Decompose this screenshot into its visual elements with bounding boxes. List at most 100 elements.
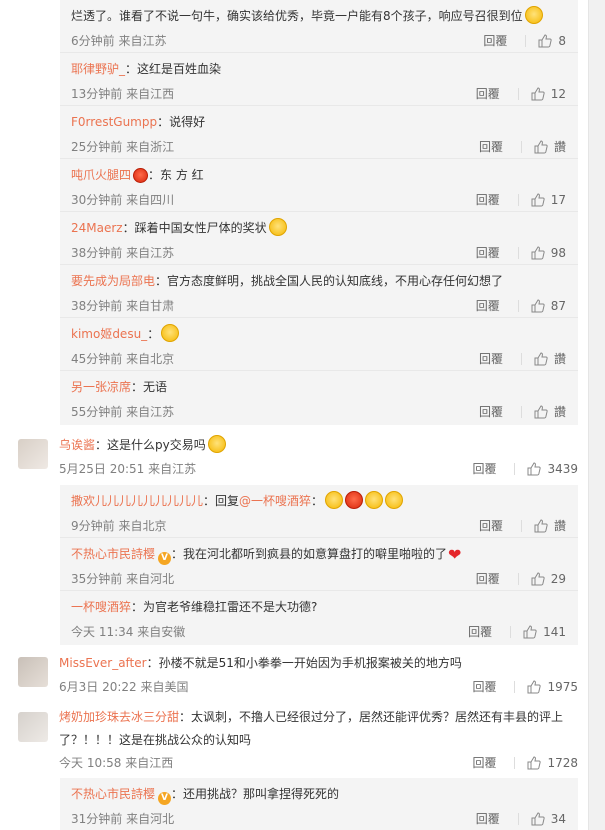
comment-username[interactable]: 烤奶加珍珠去冰三分甜	[59, 710, 179, 724]
like-button[interactable]: 1975	[527, 680, 578, 694]
reply-meta: 35分钟前 来自河北	[71, 572, 175, 586]
like-button[interactable]: 141	[523, 625, 566, 639]
reply-item: 24Maerz：踩着中国女性尸体的奖状 38分钟前 来自江苏 回覆 98	[60, 212, 578, 265]
divider	[514, 462, 516, 475]
reply-button[interactable]: 回覆	[476, 570, 500, 587]
like-count: 讚	[553, 405, 566, 419]
reply-button[interactable]: 回覆	[479, 138, 503, 155]
avatar[interactable]	[18, 439, 48, 469]
like-button[interactable]: 讚	[534, 138, 566, 155]
like-button[interactable]: 讚	[534, 517, 566, 534]
reply-item: F0rrestGumpp：说得好 25分钟前 来自浙江 回覆 讚	[60, 106, 578, 159]
divider	[517, 812, 519, 825]
reply-button[interactable]: 回覆	[479, 517, 503, 534]
reply-button[interactable]: 回覆	[476, 297, 500, 314]
reply-text: ：为官老爷维稳扛雷还不是大功德?	[131, 600, 318, 614]
comment-text: ：这是什么py交易吗	[95, 438, 206, 452]
dizzy-emoji-icon	[207, 435, 226, 453]
reply-username[interactable]: 耶律野驴_	[71, 62, 125, 76]
like-count: 34	[550, 811, 566, 826]
reply-button[interactable]: 回覆	[472, 754, 496, 771]
thumb-up-icon	[523, 624, 537, 638]
reply-username[interactable]: kimo姬desu_	[71, 327, 147, 341]
reply-button[interactable]: 回覆	[483, 32, 507, 49]
reply-username[interactable]: 吨爪火腿四	[71, 168, 131, 182]
comment-username[interactable]: 乌诶酱	[59, 438, 95, 452]
like-count: 98	[550, 245, 566, 260]
vip-badge-icon: V	[158, 792, 172, 805]
reply-meta: 38分钟前 来自甘肃	[71, 299, 175, 313]
reply-thread-1: 烂透了。谁看了不说一句牛，确实该给优秀，毕竟一户能有8个孩子，响应号召很到位 6…	[60, 0, 578, 425]
thumb-up-icon	[534, 518, 548, 532]
divider	[520, 352, 522, 365]
thumb-up-icon	[534, 139, 548, 153]
like-count: 141	[543, 624, 566, 639]
thumb-up-icon	[531, 245, 545, 259]
like-button[interactable]: 8	[538, 34, 566, 48]
thumb-up-icon	[531, 192, 545, 206]
reply-actions: 回覆 34	[476, 810, 566, 827]
reply-username[interactable]: 要先成为局部电	[71, 274, 155, 288]
reply-actions: 回覆 讚	[479, 138, 566, 155]
reply-button[interactable]: 回覆	[468, 623, 492, 640]
badge-icon	[133, 168, 149, 183]
reply-button[interactable]: 回覆	[476, 244, 500, 261]
vip-badge-icon: V	[158, 552, 172, 565]
reply-username[interactable]: 一杯嗖酒猝	[71, 600, 131, 614]
like-count: 8	[558, 33, 566, 48]
reply-username[interactable]: 不热心市民詩樱	[71, 547, 155, 561]
tongue-emoji-icon	[268, 218, 287, 236]
like-count: 29	[550, 571, 566, 586]
comment-username[interactable]: MissEver_after	[59, 656, 147, 670]
reply-actions: 回覆 141	[468, 623, 566, 640]
reply-meta: 25分钟前 来自浙江	[71, 140, 175, 154]
like-button[interactable]: 29	[531, 572, 566, 586]
like-button[interactable]: 1728	[527, 756, 578, 770]
like-button[interactable]: 34	[531, 812, 566, 826]
reply-username[interactable]: 24Maerz	[71, 221, 123, 235]
like-button[interactable]: 讚	[534, 403, 566, 420]
reply-button[interactable]: 回覆	[476, 85, 500, 102]
like-button[interactable]: 3439	[527, 462, 578, 476]
like-button[interactable]: 讚	[534, 350, 566, 367]
reply-actions: 回覆 讚	[479, 517, 566, 534]
reply-button[interactable]: 回覆	[476, 191, 500, 208]
reply-item: 不热心市民詩樱 V ：还用挑战？那叫拿捏得死死的 31分钟前 来自河北 回覆 34	[60, 778, 578, 830]
reply-thread-2: 撒欢儿儿儿儿儿儿儿儿儿：回复@一杯嗖酒猝： 9分钟前 来自北京 回覆 讚 不热心…	[60, 485, 578, 645]
reply-text: ：回复	[203, 494, 240, 508]
avatar[interactable]	[18, 712, 48, 742]
scrollbar-thumb[interactable]	[592, 0, 603, 830]
comment-meta: 5月25日 20:51 来自江苏	[59, 462, 197, 476]
reply-item: 撒欢儿儿儿儿儿儿儿儿儿：回复@一杯嗖酒猝： 9分钟前 来自北京 回覆 讚	[60, 485, 578, 538]
reply-username[interactable]: 另一张凉席	[71, 380, 131, 394]
like-count: 讚	[553, 352, 566, 366]
divider	[517, 572, 519, 585]
comment-item: MissEver_after：孙楼不就是51和小拳拳一开始因为手机报案被关的地方…	[0, 654, 588, 700]
like-count: 12	[550, 86, 566, 101]
like-button[interactable]: 17	[531, 193, 566, 207]
divider	[510, 625, 512, 638]
reply-actions: 回覆 8	[483, 32, 566, 49]
like-button[interactable]: 87	[531, 299, 566, 313]
mention-link[interactable]: @一杯嗖酒猝	[239, 494, 311, 508]
reply-button[interactable]: 回覆	[476, 810, 500, 827]
scrollbar[interactable]	[588, 0, 605, 830]
thumb-up-icon	[538, 33, 553, 47]
like-button[interactable]: 12	[531, 87, 566, 101]
avatar[interactable]	[18, 657, 48, 687]
reply-button[interactable]: 回覆	[479, 350, 503, 367]
crying-emoji-icon	[385, 491, 404, 509]
divider	[520, 519, 522, 532]
crying-emoji-icon	[161, 324, 180, 342]
thumb-up-icon	[531, 811, 545, 825]
like-button[interactable]: 98	[531, 246, 566, 260]
reply-username[interactable]: F0rrestGumpp	[71, 115, 157, 129]
sad-emoji-icon	[365, 491, 384, 509]
reply-button[interactable]: 回覆	[472, 678, 496, 695]
reply-button[interactable]: 回覆	[479, 403, 503, 420]
comment-item: 乌诶酱：这是什么py交易吗 5月25日 20:51 来自江苏 回覆 3439	[0, 434, 588, 482]
reply-thread-4: 不热心市民詩樱 V ：还用挑战？那叫拿捏得死死的 31分钟前 来自河北 回覆 34	[60, 778, 578, 830]
reply-username[interactable]: 撒欢儿儿儿儿儿儿儿儿儿	[71, 494, 203, 508]
reply-button[interactable]: 回覆	[472, 460, 496, 477]
reply-username[interactable]: 不热心市民詩樱	[71, 787, 155, 801]
